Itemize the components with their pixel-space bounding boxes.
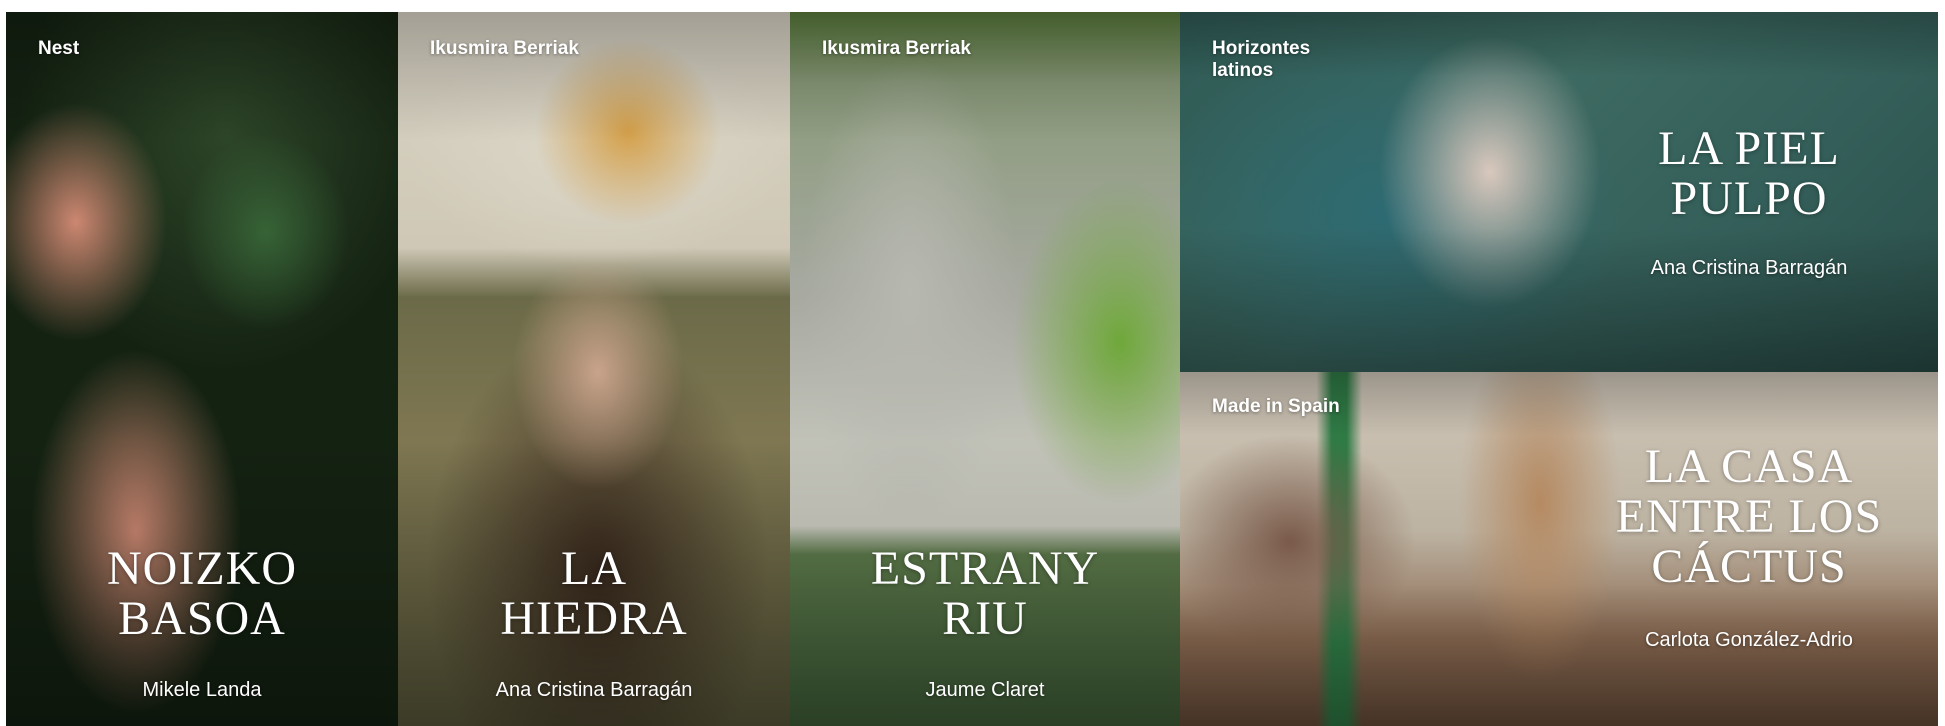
film-title: ESTRANY RIU	[870, 542, 1100, 645]
film-card-la-hiedra[interactable]: Ikusmira Berriak LA HIEDRA Ana Cristina …	[398, 12, 790, 726]
film-director: Carlota González-Adrio	[1645, 629, 1853, 651]
section-label: Made in Spain	[1212, 396, 1340, 417]
film-card-la-casa-entre-los-cactus[interactable]: Made in Spain LA CASA ENTRE LOS CÁCTUS C…	[1180, 372, 1938, 726]
film-director: Mikele Landa	[142, 679, 262, 701]
film-grid: Nest NOIZKO BASOA Mikele Landa Ikusmira …	[6, 12, 1938, 726]
film-card-estrany-riu[interactable]: Ikusmira Berriak ESTRANY RIU Jaume Clare…	[790, 12, 1180, 726]
film-director: Ana Cristina Barragán	[1650, 257, 1848, 279]
section-label: Ikusmira Berriak	[430, 38, 579, 59]
film-card-la-piel-pulpo[interactable]: Horizontes latinos LA PIEL PULPO Ana Cri…	[1180, 12, 1938, 372]
film-card-noizko-basoa[interactable]: Nest NOIZKO BASOA Mikele Landa	[6, 12, 398, 726]
film-title: LA PIEL PULPO	[1658, 122, 1840, 225]
film-title: LA HIEDRA	[500, 542, 688, 645]
section-label: Horizontes latinos	[1212, 38, 1311, 81]
section-label: Ikusmira Berriak	[822, 38, 971, 59]
film-title: LA CASA ENTRE LOS CÁCTUS	[1615, 440, 1883, 593]
film-director: Jaume Claret	[925, 679, 1045, 701]
film-director: Ana Cristina Barragán	[495, 679, 693, 701]
section-label: Nest	[38, 38, 80, 59]
film-title: NOIZKO BASOA	[107, 542, 297, 645]
